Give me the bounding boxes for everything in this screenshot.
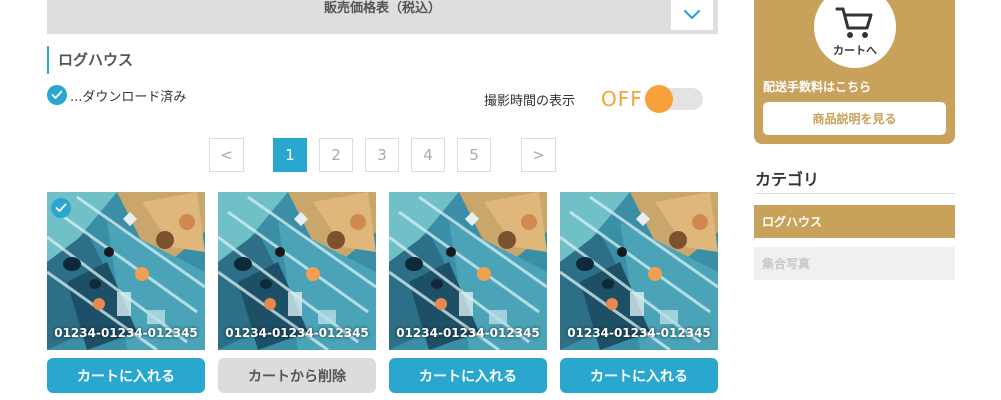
add-to-cart-button[interactable]: カートに入れる	[389, 358, 547, 393]
go-to-cart-button[interactable]: カートへ	[814, 0, 896, 68]
check-icon	[51, 198, 71, 218]
price-table-bar[interactable]: 販売価格表（税込）	[47, 0, 718, 34]
remove-from-cart-button[interactable]: カートから削除	[218, 358, 376, 393]
page-button-1[interactable]: 1	[273, 138, 307, 172]
photo-code: 01234-01234-012345	[54, 326, 198, 340]
add-to-cart-button[interactable]: カートに入れる	[560, 358, 718, 393]
download-legend-label: ...ダウンロード済み	[70, 89, 187, 105]
page-button-3[interactable]: 3	[365, 138, 399, 172]
photo-code: 01234-01234-012345	[396, 326, 540, 340]
price-table-label: 販売価格表（税込）	[323, 1, 441, 16]
photo-code: 01234-01234-012345	[225, 326, 369, 340]
chevron-down-icon	[683, 9, 701, 20]
price-table-toggle-button[interactable]	[671, 0, 713, 30]
photo-card-3[interactable]: 01234-01234-012345	[389, 192, 547, 350]
pagination: < 1 2 3 4 5 >	[0, 138, 760, 172]
photo-code: 01234-01234-012345	[567, 326, 711, 340]
product-description-button[interactable]: 商品説明を見る	[763, 102, 946, 135]
page-button-5[interactable]: 5	[457, 138, 491, 172]
category-title: カテゴリ	[755, 166, 955, 194]
photo-card-2[interactable]: 01234-01234-012345	[218, 192, 376, 350]
shipping-fee-link[interactable]: 配送手数料はこちら	[763, 78, 871, 95]
page-button-4[interactable]: 4	[411, 138, 445, 172]
shooting-time-toggle: 撮影時間の表示 OFF	[484, 85, 703, 113]
shooting-time-switch[interactable]	[644, 85, 703, 113]
prev-page-button[interactable]: <	[209, 138, 244, 172]
cart-icon	[835, 7, 873, 38]
shooting-time-label: 撮影時間の表示	[484, 93, 576, 109]
page-button-2[interactable]: 2	[319, 138, 353, 172]
category-item-loghouse[interactable]: ログハウス	[754, 205, 955, 238]
category-item-group-photo[interactable]: 集合写真	[754, 247, 955, 280]
photo-card-4[interactable]: 01234-01234-012345	[560, 192, 718, 350]
add-to-cart-button[interactable]: カートに入れる	[47, 358, 205, 393]
check-icon	[47, 85, 67, 105]
switch-knob[interactable]	[644, 85, 673, 113]
cart-label: カートへ	[833, 44, 877, 57]
download-legend: ...ダウンロード済み	[47, 85, 186, 105]
cart-panel: カートへ 配送手数料はこちら 商品説明を見る	[754, 0, 955, 144]
shooting-time-state: OFF	[601, 87, 643, 111]
photo-card-1[interactable]: 01234-01234-012345	[47, 192, 205, 350]
next-page-button[interactable]: >	[521, 138, 556, 172]
section-title: ログハウス	[47, 46, 133, 74]
